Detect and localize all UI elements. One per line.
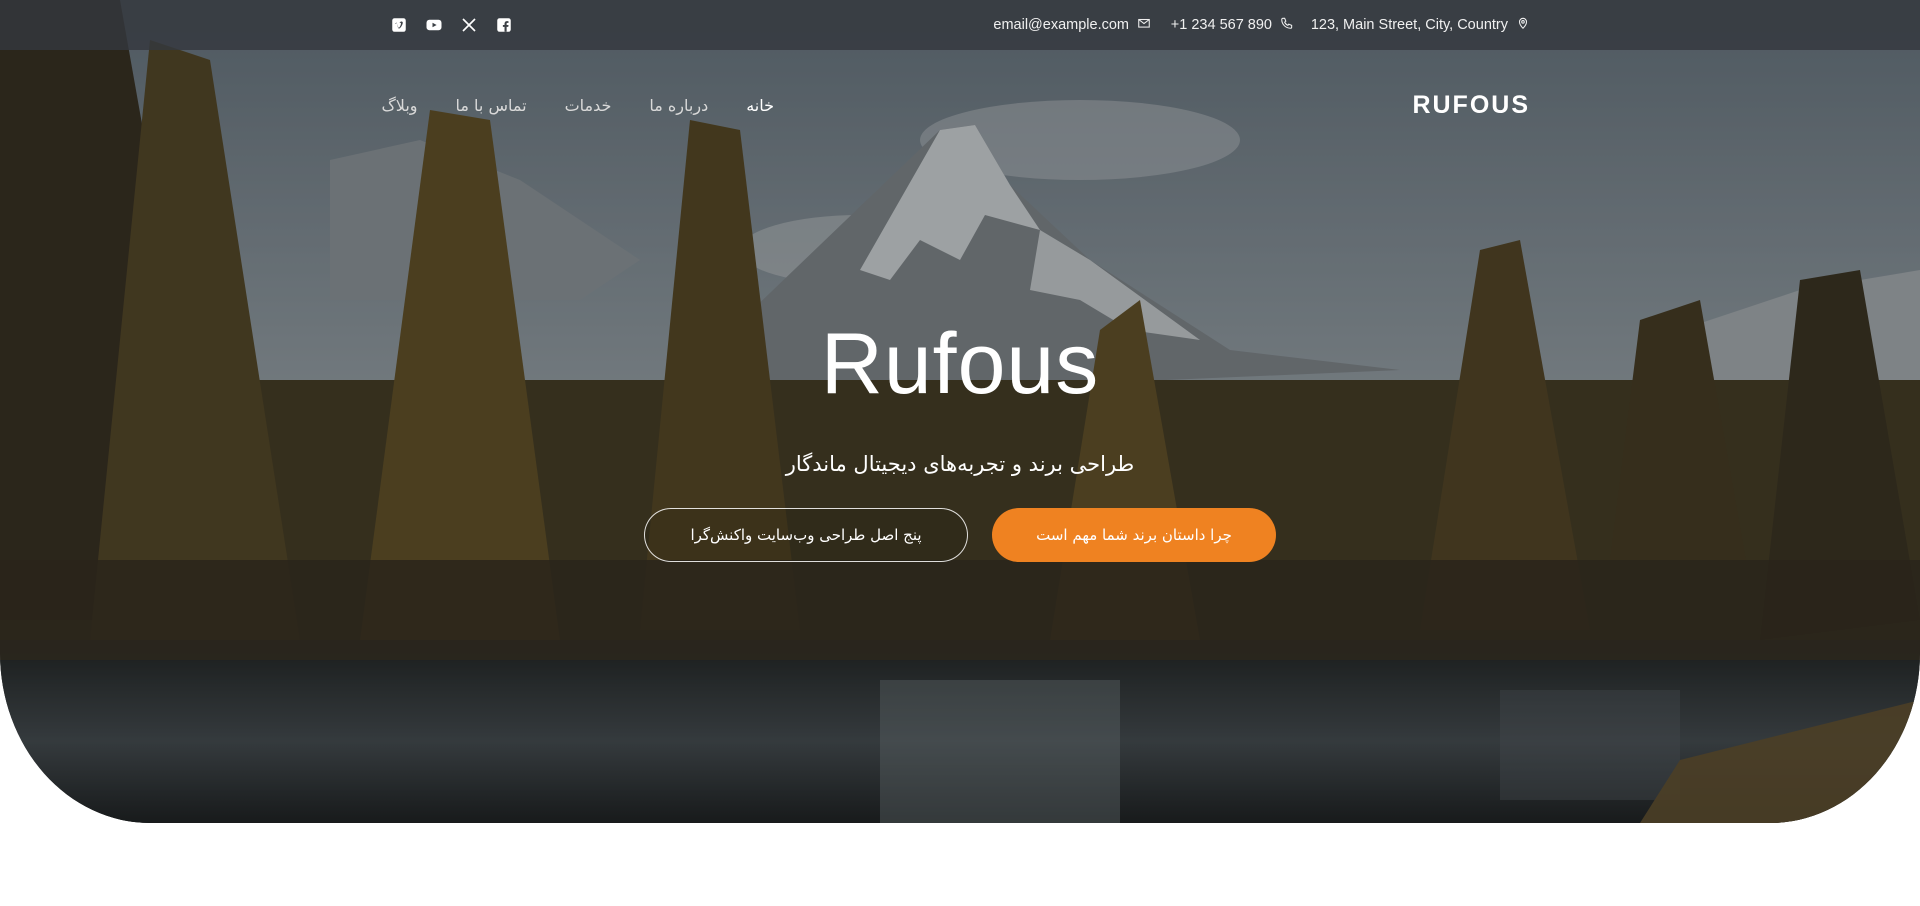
primary-cta-button[interactable]: چرا داستان برند شما مهم است	[992, 508, 1276, 562]
site-logo[interactable]: RUFOUS	[1412, 88, 1530, 122]
facebook-icon[interactable]	[494, 15, 514, 35]
nav-item-about[interactable]: درباره ما	[649, 96, 708, 115]
top-bar: 123, Main Street, City, Country +1 234 5…	[0, 0, 1920, 50]
x-icon[interactable]	[459, 15, 479, 35]
hero-title: Rufous	[820, 316, 1100, 412]
nav-item-services[interactable]: خدمات	[565, 96, 612, 115]
phone-text[interactable]: +1 234 567 890	[1171, 17, 1272, 33]
vimeo-icon[interactable]	[389, 15, 409, 35]
social-links	[389, 0, 514, 50]
hero-subtitle: طراحی برند و تجربه‌های دیجیتال ماندگار	[785, 452, 1135, 476]
nav-item-contact[interactable]: تماس با ما	[456, 96, 527, 115]
youtube-icon[interactable]	[424, 15, 444, 35]
location-pin-icon	[1516, 16, 1530, 34]
address-text: 123, Main Street, City, Country	[1310, 17, 1508, 33]
nav-item-blog[interactable]: وبلاگ	[381, 96, 417, 115]
phone-icon	[1280, 16, 1294, 34]
main-navigation: خانه درباره ما خدمات تماس با ما وبلاگ	[381, 88, 774, 122]
secondary-cta-button[interactable]: پنج اصل طراحی وب‌سایت واکنش‌گرا	[644, 508, 968, 562]
email-contact[interactable]: email@example.com	[993, 0, 1151, 50]
phone-contact[interactable]: +1 234 567 890	[1171, 0, 1294, 50]
address-contact: 123, Main Street, City, Country	[1311, 0, 1530, 50]
envelope-icon	[1137, 16, 1151, 34]
email-text[interactable]: email@example.com	[993, 17, 1129, 33]
nav-item-home[interactable]: خانه	[746, 96, 774, 115]
